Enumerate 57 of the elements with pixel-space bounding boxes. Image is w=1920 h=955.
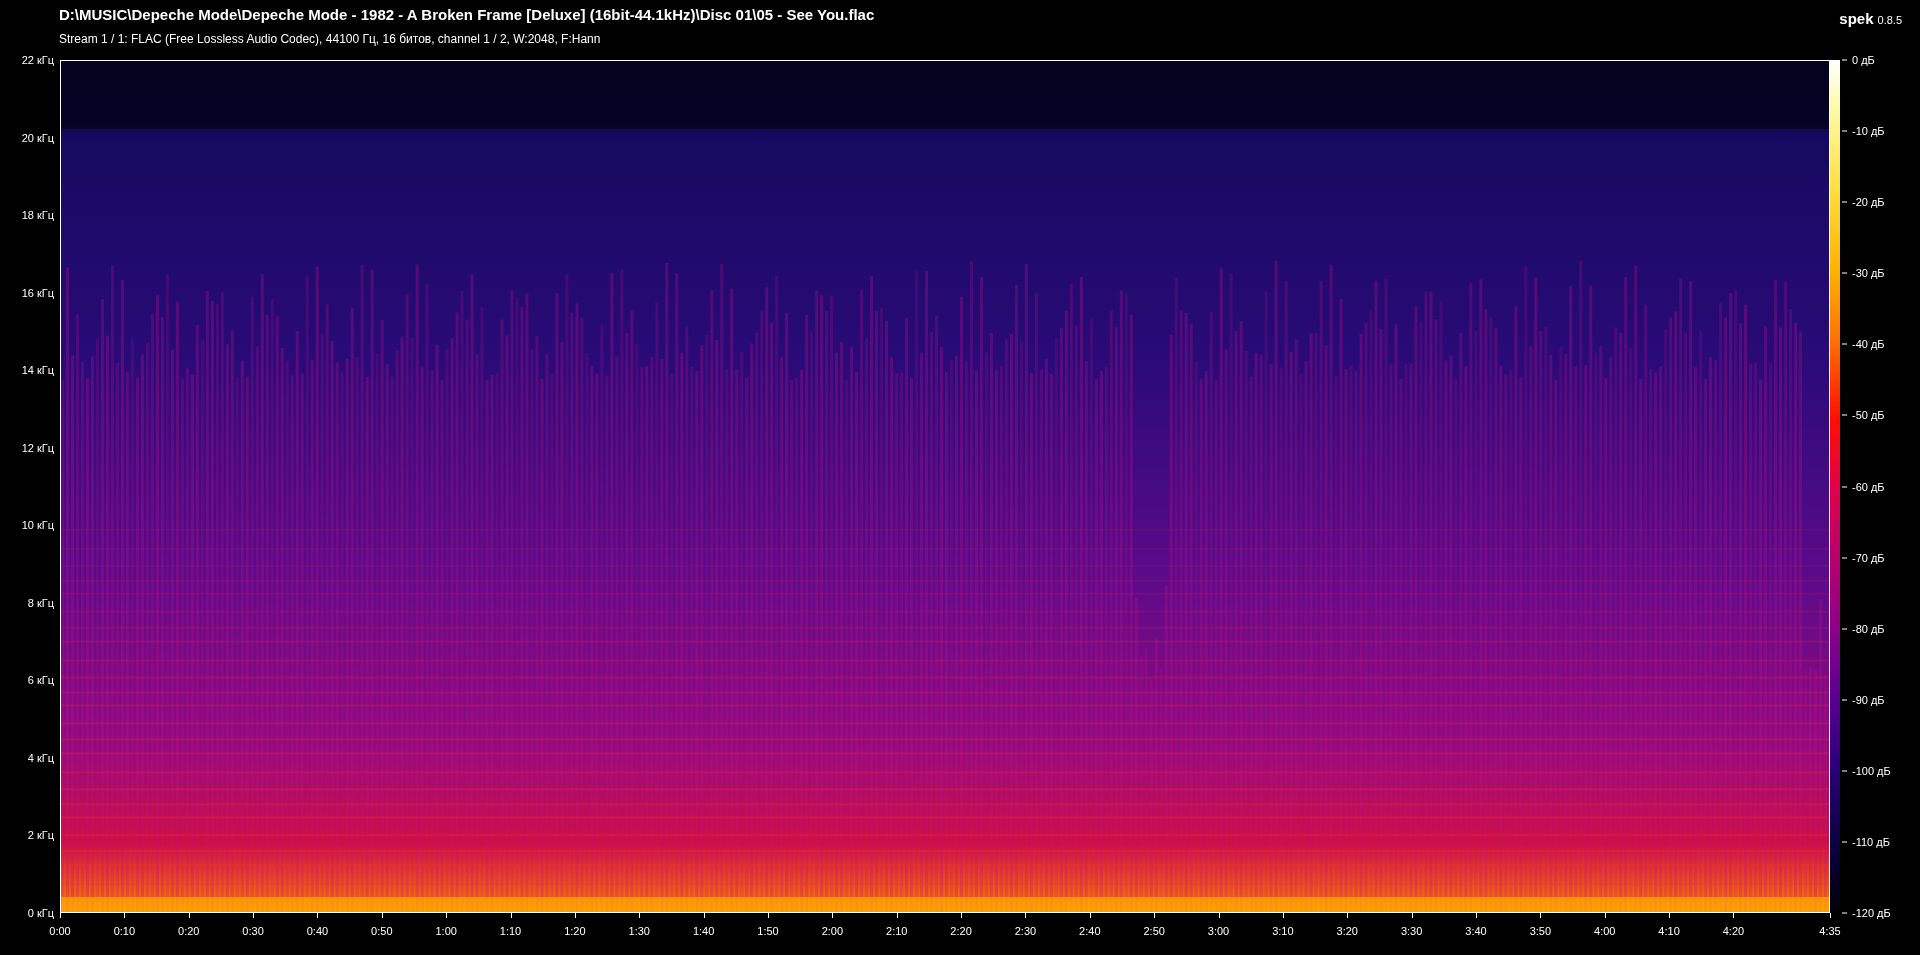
time-label: 2:40	[1079, 925, 1101, 937]
frequency-label: 8 кГц	[27, 596, 54, 609]
time-label: 2:30	[1014, 925, 1037, 937]
time-label: 0:00	[49, 925, 71, 937]
time-label: 4:20	[1722, 925, 1745, 937]
time-label: 0:10	[113, 925, 136, 937]
file-path-title: D:\MUSIC\Depeche Mode\Depeche Mode - 1982 - A Broken Frame [Deluxe] (16bit-44.1kHz)\Disc 01\05 - See You.flac	[59, 6, 875, 23]
time-label: 2:50	[1143, 925, 1165, 937]
level-label: -110 дБ	[1852, 835, 1890, 848]
frequency-label: 4 кГц	[27, 751, 54, 764]
frequency-label: 18 кГц	[21, 209, 54, 222]
time-label: 1:10	[499, 925, 522, 937]
time-label: 2:10	[886, 925, 908, 937]
time-label: 0:40	[306, 925, 329, 937]
time-label: 0:50	[371, 925, 393, 937]
level-label: 0 дБ	[1852, 54, 1875, 66]
frequency-label: 10 кГц	[21, 519, 54, 532]
time-label: 3:40	[1465, 925, 1487, 937]
time-label: 3:50	[1529, 925, 1552, 937]
level-label: -90 дБ	[1852, 693, 1885, 706]
time-label: 3:00	[1207, 925, 1230, 937]
frequency-label: 0 кГц	[27, 907, 54, 919]
time-label: 2:20	[950, 925, 972, 937]
level-label: -10 дБ	[1852, 125, 1885, 138]
time-label: 2:00	[821, 925, 844, 937]
stream-info: Stream 1 / 1: FLAC (Free Lossless Audio Codec), 44100 Гц, 16 битов, channel 1 / 2, W:2048, F:Hann	[59, 32, 602, 46]
time-label: 4:10	[1658, 925, 1680, 937]
time-label: 1:20	[564, 925, 586, 937]
app-name: spek	[1839, 10, 1874, 27]
time-label: 4:00	[1594, 925, 1616, 937]
level-label: -30 дБ	[1852, 267, 1885, 280]
time-label: 3:10	[1272, 925, 1294, 937]
app-version: 0.8.5	[1877, 14, 1902, 26]
frequency-label: 14 кГц	[21, 364, 54, 377]
time-label: 0:30	[242, 925, 264, 937]
time-label: 3:20	[1336, 925, 1358, 937]
frequency-label: 2 кГц	[27, 829, 54, 842]
frequency-label: 6 кГц	[27, 674, 54, 687]
time-label: 1:40	[692, 925, 715, 937]
frequency-label: 20 кГц	[21, 131, 54, 144]
time-label: 3:30	[1400, 925, 1423, 937]
level-label: -50 дБ	[1852, 409, 1885, 422]
level-label: -70 дБ	[1852, 551, 1885, 564]
time-label: 0:20	[178, 925, 200, 937]
frequency-label: 16 кГц	[21, 286, 54, 299]
level-label: -120 дБ	[1852, 907, 1891, 919]
frequency-label: 12 кГц	[21, 441, 54, 454]
level-label: -80 дБ	[1852, 622, 1885, 635]
frequency-label: 22 кГц	[21, 54, 54, 66]
level-label: -100 дБ	[1852, 764, 1891, 777]
time-label: 1:50	[757, 925, 779, 937]
level-label: -20 дБ	[1852, 196, 1885, 209]
time-label: 4:35	[1819, 925, 1841, 937]
level-label: -60 дБ	[1852, 480, 1885, 493]
time-label: 1:30	[628, 925, 650, 937]
time-label: 1:00	[435, 925, 457, 937]
level-label: -40 дБ	[1852, 338, 1885, 351]
